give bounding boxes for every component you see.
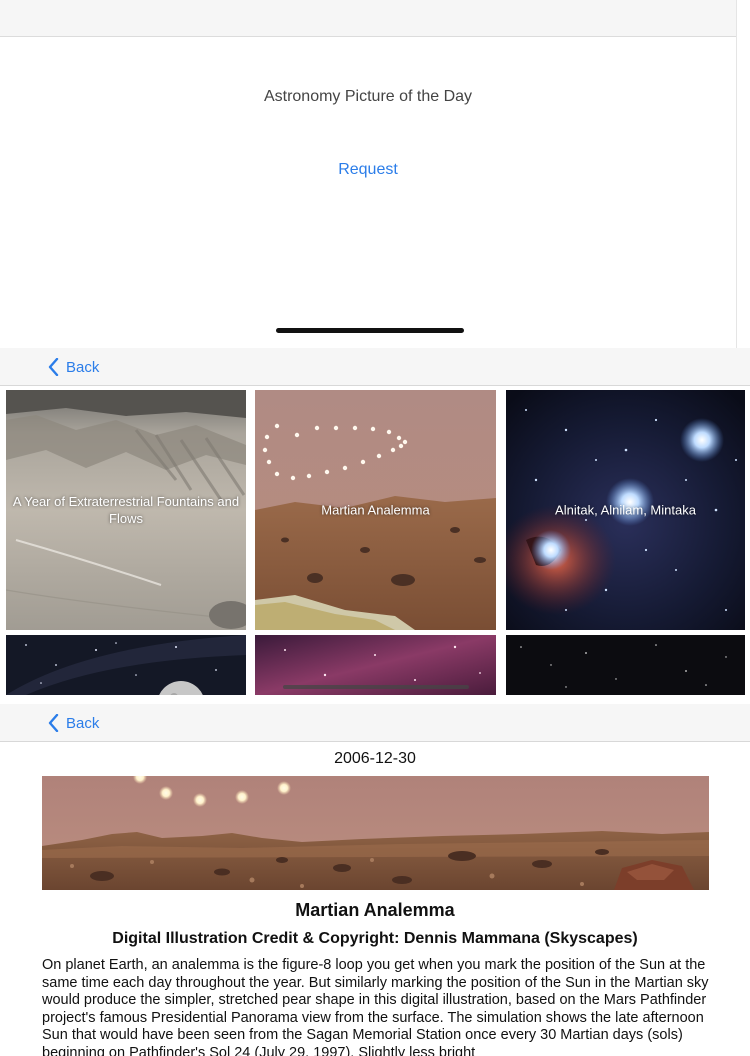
chevron-left-icon [48,358,59,376]
status-bar [0,0,736,37]
grid-tile[interactable]: Martian Analemma [255,390,496,630]
picture-title: Martian Analemma [295,900,455,920]
back-button[interactable]: Back [48,713,99,733]
mars-panorama-image [42,776,709,890]
app-title: Astronomy Picture of the Day [263,88,473,105]
request-button[interactable]: Request [0,161,736,179]
chevron-left-icon [48,714,59,732]
picture-credit: Digital Illustration Credit & Copyright:… [112,930,638,947]
grid-tile[interactable] [506,635,745,695]
back-button[interactable]: Back [48,357,99,377]
back-label: Back [66,714,100,732]
hero-image [42,776,709,890]
detail-screen: Back 2006-12-30 Martian Analemma Digital… [0,704,750,1056]
tile-image [6,635,246,695]
tile-caption: Alnitak, Alnilam, Mintaka [555,502,696,518]
back-label: Back [66,358,100,376]
screen-edge [736,0,750,348]
home-screen: Astronomy Picture of the Day Request [0,0,750,348]
gallery-screen: Back A Year of Extraterrestrial Fountain… [0,348,750,704]
home-indicator [276,328,464,333]
detail-navbar: Back [0,704,750,742]
picture-explanation: On planet Earth, an analemma is the figu… [42,957,709,1056]
scroll-indicator[interactable] [283,685,469,689]
picture-date: 2006-12-30 [334,750,416,767]
grid-tile[interactable]: Alnitak, Alnilam, Mintaka [506,390,745,630]
tile-image [506,635,745,695]
gallery-navbar: Back [0,348,750,386]
tile-caption: A Year of Extraterrestrial Fountains and… [12,494,240,526]
picture-grid[interactable]: A Year of Extraterrestrial Fountains and… [0,386,750,704]
grid-tile[interactable] [6,635,246,695]
tile-caption: Martian Analemma [321,502,430,518]
grid-tile[interactable]: A Year of Extraterrestrial Fountains and… [6,390,246,630]
